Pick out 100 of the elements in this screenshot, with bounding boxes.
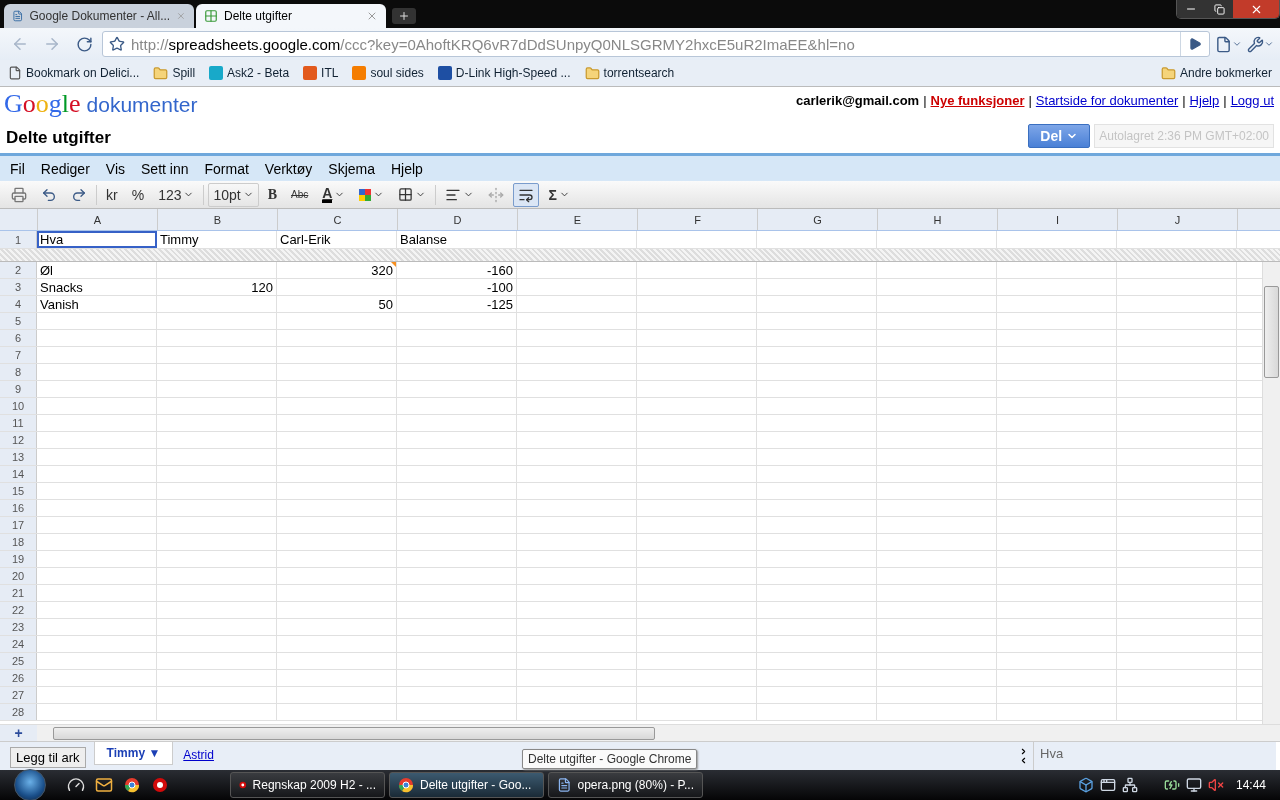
row-header[interactable]: 5 — [0, 313, 37, 329]
row-header[interactable]: 8 — [0, 364, 37, 380]
monitor-icon[interactable] — [1185, 777, 1202, 793]
column-header[interactable]: F — [638, 209, 758, 230]
menu-item[interactable]: Vis — [97, 160, 133, 177]
add-sheet-button[interactable]: Legg til ark — [10, 747, 86, 768]
bookmark-link[interactable]: torrentsearch — [603, 66, 675, 80]
bold-button[interactable]: B — [262, 182, 283, 207]
row-header[interactable]: 4 — [0, 296, 37, 312]
menu-item[interactable]: Verktøy — [256, 160, 321, 177]
window-icon[interactable] — [1099, 777, 1116, 793]
bookmark-link[interactable]: D-Link High-Speed ... — [455, 66, 571, 80]
wrap-text-button[interactable] — [513, 182, 540, 207]
table-cell[interactable]: -125 — [397, 296, 517, 312]
row-header[interactable]: 22 — [0, 602, 37, 618]
font-size-button[interactable]: 10pt — [208, 182, 259, 207]
header-link[interactable]: Logg ut — [1230, 93, 1274, 108]
row-header[interactable]: 1 — [0, 231, 37, 248]
collapse-icon[interactable] — [1019, 756, 1028, 765]
row-header[interactable]: 23 — [0, 619, 37, 635]
table-cell[interactable]: 50 — [277, 296, 397, 312]
currency-button[interactable]: kr — [101, 182, 123, 207]
row-header[interactable]: 24 — [0, 636, 37, 652]
bookmark-link[interactable]: Andre bokmerker — [1179, 66, 1272, 80]
table-cell[interactable]: -160 — [397, 262, 517, 278]
column-header[interactable]: H — [878, 209, 998, 230]
row-header[interactable]: 14 — [0, 466, 37, 482]
close-icon[interactable] — [366, 10, 378, 22]
table-cell[interactable]: Hva — [37, 231, 157, 248]
row-header[interactable]: 25 — [0, 653, 37, 669]
row-header[interactable]: 20 — [0, 568, 37, 584]
menu-item[interactable]: Format — [196, 160, 257, 177]
table-cell[interactable]: -100 — [397, 279, 517, 295]
column-header[interactable]: I — [998, 209, 1118, 230]
text-color-button[interactable]: A — [317, 182, 351, 207]
bookmark-link[interactable]: Ask2 - Beta — [227, 66, 290, 80]
row-header[interactable]: 16 — [0, 500, 37, 516]
taskbar-button[interactable]: Delte utgifter - Goo... — [389, 772, 544, 798]
restore-button[interactable] — [1205, 0, 1233, 18]
row-header[interactable]: 11 — [0, 415, 37, 431]
menu-item[interactable]: Sett inn — [133, 160, 197, 177]
row-header[interactable]: 21 — [0, 585, 37, 601]
minimize-button[interactable] — [1177, 0, 1205, 18]
table-cell[interactable]: 320 — [277, 262, 397, 278]
bookmark-link[interactable]: soul sides — [370, 66, 424, 80]
percent-button[interactable]: % — [126, 182, 150, 207]
strikethrough-button[interactable]: Abc — [286, 182, 314, 207]
table-cell[interactable]: Vanish — [37, 296, 157, 312]
address-bar[interactable]: http://spreadsheets.google.com/ccc?key=0AhoftKRQ6vR7dDdSUnpyQ0NLSGRMY2hxcE5uR2ImaEE&hl=no — [102, 31, 1210, 57]
browser-tab[interactable]: Google Dokumenter - All... — [4, 4, 194, 28]
row-header[interactable]: 28 — [0, 704, 37, 720]
new-tab-button[interactable] — [392, 8, 416, 24]
header-link[interactable]: Nye funksjoner — [930, 93, 1025, 108]
table-cell[interactable]: Timmy — [157, 231, 277, 248]
menu-item[interactable]: Fil — [2, 160, 33, 177]
menu-item[interactable]: Skjema — [320, 160, 383, 177]
menu-item[interactable]: Hjelp — [383, 160, 431, 177]
header-link[interactable]: Hjelp — [1189, 93, 1220, 108]
row-header[interactable]: 9 — [0, 381, 37, 397]
column-header[interactable]: J — [1118, 209, 1238, 230]
table-cell[interactable]: Balanse — [397, 231, 517, 248]
taskbar-button[interactable]: opera.png (80%) - P... — [548, 772, 703, 798]
add-rows-button[interactable]: + — [0, 725, 37, 741]
vertical-scrollbar[interactable] — [1262, 262, 1280, 724]
row-header[interactable]: 2 — [0, 262, 37, 278]
row-header[interactable]: 10 — [0, 398, 37, 414]
column-header[interactable]: A — [38, 209, 158, 230]
battery-icon[interactable] — [1163, 777, 1180, 793]
row-header[interactable]: 27 — [0, 687, 37, 703]
row-header[interactable]: 7 — [0, 347, 37, 363]
column-header[interactable]: D — [398, 209, 518, 230]
table-cell[interactable]: Carl-Erik — [277, 231, 397, 248]
table-cell[interactable]: Snacks — [37, 279, 157, 295]
taskbar-button[interactable]: Regnskap 2009 H2 - ... — [230, 772, 385, 798]
browser-tab[interactable]: Delte utgifter — [196, 4, 386, 28]
row-header[interactable]: 17 — [0, 517, 37, 533]
box-icon[interactable] — [1077, 777, 1094, 793]
start-button[interactable] — [14, 769, 46, 800]
column-header[interactable]: C — [278, 209, 398, 230]
row-header[interactable]: 15 — [0, 483, 37, 499]
row-header[interactable]: 3 — [0, 279, 37, 295]
sum-button[interactable]: Σ — [543, 182, 575, 207]
table-cell[interactable]: 120 — [157, 279, 277, 295]
column-header[interactable]: G — [758, 209, 878, 230]
row-header[interactable]: 19 — [0, 551, 37, 567]
row-header[interactable]: 13 — [0, 449, 37, 465]
column-header[interactable]: E — [518, 209, 638, 230]
column-header[interactable]: B — [158, 209, 278, 230]
menu-item[interactable]: Rediger — [32, 160, 98, 177]
row-header[interactable]: 18 — [0, 534, 37, 550]
header-link[interactable]: Startside for dokumenter — [1035, 93, 1179, 108]
bookmark-link[interactable]: Bookmark on Delici... — [26, 66, 140, 80]
sheet-tab[interactable]: Timmy ▼ — [93, 742, 174, 765]
bookmark-link[interactable]: Spill — [172, 66, 196, 80]
muted-speaker-icon[interactable] — [1207, 777, 1224, 793]
network-icon[interactable] — [1121, 777, 1138, 793]
number-format-button[interactable]: 123 — [153, 182, 200, 207]
row-header[interactable]: 6 — [0, 330, 37, 346]
row-header[interactable]: 26 — [0, 670, 37, 686]
sheet-tab[interactable]: Astrid — [181, 748, 216, 762]
